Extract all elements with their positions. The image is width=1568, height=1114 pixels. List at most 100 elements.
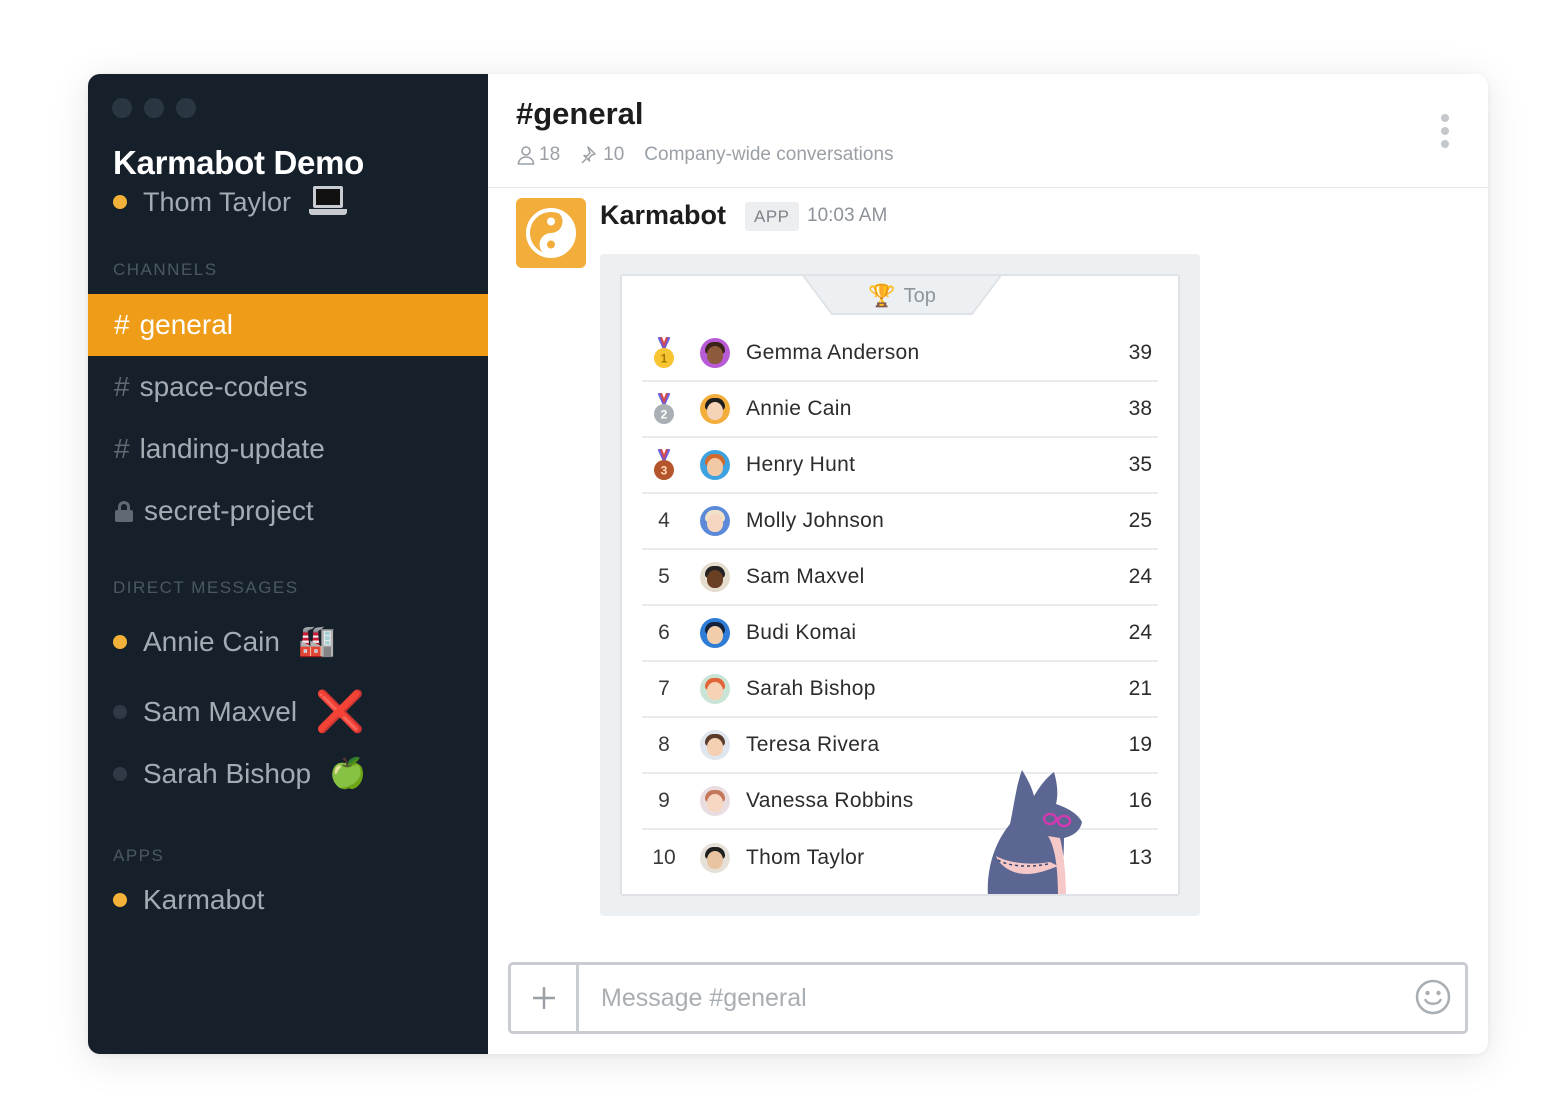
avatar	[700, 786, 730, 816]
channel-description: Company-wide conversations	[644, 144, 894, 165]
maximize-window-button[interactable]	[176, 98, 196, 118]
apps-section-title[interactable]: APPS	[113, 846, 164, 866]
dm-label: Sam Maxvel	[143, 696, 298, 727]
app-label: Karmabot	[143, 884, 265, 915]
laptop-icon	[309, 186, 348, 218]
channel-item-space-coders[interactable]: # space-coders	[88, 356, 488, 418]
factory-icon: 🏭	[297, 625, 336, 658]
sidebar: Karmabot Demo Thom Taylor CHANNELS # gen…	[88, 74, 488, 1054]
player-rank: 10	[652, 846, 676, 869]
channel-label: general	[139, 309, 233, 340]
gold-medal-icon: 1	[642, 337, 686, 369]
channel-label: secret-project	[144, 495, 314, 526]
offline-status-dot	[113, 767, 127, 781]
message-composer	[508, 962, 1468, 1034]
dm-item-sam-maxvel[interactable]: Sam Maxvel ❌	[113, 692, 365, 732]
leaderboard-row: 2 Annie Cain 38	[642, 382, 1158, 438]
player-rank: 5	[658, 565, 670, 588]
dm-item-sarah-bishop[interactable]: Sarah Bishop 🍏	[113, 758, 366, 790]
online-status-dot	[113, 635, 127, 649]
avatar	[700, 394, 730, 424]
pinned-count[interactable]: 10	[580, 144, 624, 166]
add-attachment-button[interactable]	[511, 965, 579, 1031]
leaderboard-tab-top[interactable]: 🏆 Top	[802, 276, 1002, 316]
dm-item-annie-cain[interactable]: Annie Cain 🏭	[113, 626, 335, 658]
direct-messages-section-title[interactable]: DIRECT MESSAGES	[113, 578, 299, 598]
online-status-dot	[113, 195, 127, 209]
dm-label: Annie Cain	[143, 626, 280, 657]
pinned-count-value: 10	[603, 144, 625, 165]
player-name: Sam Maxvel	[746, 565, 865, 588]
player-score: 35	[1128, 453, 1152, 476]
app-item-karmabot[interactable]: Karmabot	[113, 884, 264, 916]
message-author[interactable]: Karmabot	[600, 200, 726, 231]
player-name: Sarah Bishop	[746, 677, 876, 700]
channel-item-general[interactable]: # general	[88, 294, 488, 356]
avatar	[700, 562, 730, 592]
leaderboard-row: 7 Sarah Bishop 21	[642, 662, 1158, 718]
window-controls	[112, 98, 196, 118]
more-options-icon[interactable]	[1440, 114, 1450, 148]
leaderboard-row: 4 Molly Johnson 25	[642, 494, 1158, 550]
workspace-name[interactable]: Karmabot Demo	[113, 144, 364, 182]
channel-label: space-coders	[139, 371, 308, 402]
current-user-name: Thom Taylor	[143, 186, 292, 217]
player-name: Molly Johnson	[746, 509, 885, 532]
offline-status-dot	[113, 705, 127, 719]
leaderboard-row: 1 Gemma Anderson 39	[642, 326, 1158, 382]
avatar	[700, 450, 730, 480]
hash-icon: #	[114, 433, 130, 464]
minimize-window-button[interactable]	[144, 98, 164, 118]
channels-section-title[interactable]: CHANNELS	[113, 260, 218, 280]
leaderboard-row: 3 Henry Hunt 35	[642, 438, 1158, 494]
dog-illustration	[987, 770, 1082, 894]
message-input[interactable]	[583, 965, 1383, 1031]
pin-icon	[581, 146, 596, 164]
members-count[interactable]: 18	[516, 144, 560, 166]
player-score: 16	[1128, 789, 1152, 812]
player-rank: 6	[658, 621, 670, 644]
svg-text:1: 1	[661, 352, 668, 366]
green-apple-icon: 🍏	[329, 757, 367, 790]
player-score: 25	[1128, 509, 1152, 532]
trophy-icon: 🏆	[868, 283, 896, 308]
channel-item-secret-project[interactable]: secret-project	[88, 480, 488, 542]
hash-icon: #	[114, 309, 130, 340]
avatar	[700, 618, 730, 648]
avatar	[700, 730, 730, 760]
player-rank: 4	[658, 509, 670, 532]
channel-meta: 18 10 Company-wide conversations	[516, 144, 894, 166]
message-timestamp[interactable]: 10:03 AM	[807, 205, 887, 227]
main-panel: #general 18 10 Company-wide conversation…	[488, 74, 1488, 1054]
player-rank: 8	[658, 733, 670, 756]
close-window-button[interactable]	[112, 98, 132, 118]
channel-item-landing-update[interactable]: # landing-update	[88, 418, 488, 480]
player-rank: 7	[658, 677, 670, 700]
player-score: 24	[1128, 621, 1152, 644]
player-name: Teresa Rivera	[746, 733, 880, 756]
player-score: 21	[1128, 677, 1152, 700]
svg-text:3: 3	[661, 464, 668, 478]
leaderboard-row: 5 Sam Maxvel 24	[642, 550, 1158, 606]
player-score: 13	[1128, 846, 1152, 869]
player-score: 39	[1128, 341, 1152, 364]
player-name: Henry Hunt	[746, 453, 856, 476]
leaderboard-card: 🏆 Top 1 Gemma Anderson 39 2 Annie Cain 3…	[620, 274, 1180, 896]
karmabot-avatar[interactable]	[516, 198, 586, 268]
leaderboard-row: 6 Budi Komai 24	[642, 606, 1158, 662]
current-user[interactable]: Thom Taylor	[113, 186, 348, 218]
smiley-icon[interactable]	[1415, 979, 1451, 1015]
player-score: 24	[1128, 565, 1152, 588]
svg-text:2: 2	[661, 408, 668, 422]
avatar	[700, 843, 730, 873]
player-rank: 9	[658, 789, 670, 812]
members-count-value: 18	[539, 144, 561, 165]
player-name: Budi Komai	[746, 621, 857, 644]
avatar	[700, 338, 730, 368]
leaderboard-attachment: 🏆 Top 1 Gemma Anderson 39 2 Annie Cain 3…	[600, 254, 1200, 916]
channel-title[interactable]: #general	[516, 96, 644, 132]
player-name: Gemma Anderson	[746, 341, 920, 364]
tab-label: Top	[903, 284, 936, 307]
online-status-dot	[113, 893, 127, 907]
dm-label: Sarah Bishop	[143, 758, 312, 789]
